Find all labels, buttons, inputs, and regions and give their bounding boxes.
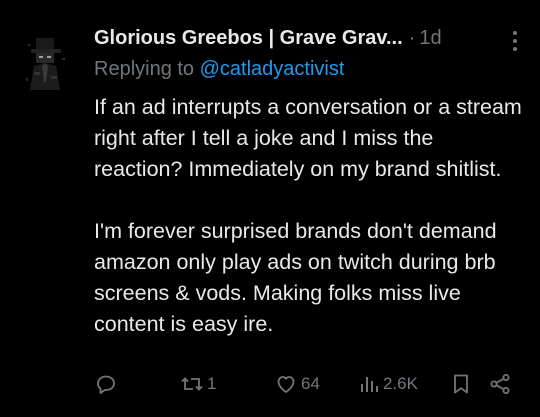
tweet-paragraph-2: I'm forever surprised brands don't deman… [94,219,497,336]
like-button[interactable]: 64 [274,370,320,398]
timestamp[interactable]: 1d [419,27,441,50]
tweet-text: If an ad interrupts a conversation or a … [94,92,524,340]
views-count: 2.6K [383,374,418,393]
reply-icon [97,375,115,394]
retweet-icon [181,377,203,391]
avatar[interactable] [22,32,74,92]
tweet-header: Glorious Greebos | Grave Grav... · 1d [94,24,520,52]
tweet: Glorious Greebos | Grave Grav... · 1d Re… [0,0,540,417]
replying-to: Replying to @catladyactivist [94,58,344,81]
like-count: 64 [301,374,320,393]
heart-icon [277,376,295,393]
action-bar: 1 64 2.6K [94,370,524,398]
share-button[interactable] [488,370,512,398]
author-name[interactable]: Glorious Greebos | Grave Grav... [94,27,403,50]
views-icon [361,377,378,392]
tweet-paragraph-1: If an ad interrupts a conversation or a … [94,95,522,181]
avatar-image [26,38,65,90]
retweet-button[interactable]: 1 [180,370,216,398]
bookmark-button[interactable] [450,370,472,398]
views-button[interactable]: 2.6K [358,370,418,398]
more-options-icon[interactable] [510,30,520,52]
replying-prefix: Replying to [94,58,200,80]
separator-dot: · [408,26,416,49]
retweet-count: 1 [207,374,217,393]
replying-handle-link[interactable]: @catladyactivist [200,58,345,80]
share-icon [490,374,510,394]
bookmark-icon [454,374,468,394]
reply-button[interactable] [94,370,118,398]
